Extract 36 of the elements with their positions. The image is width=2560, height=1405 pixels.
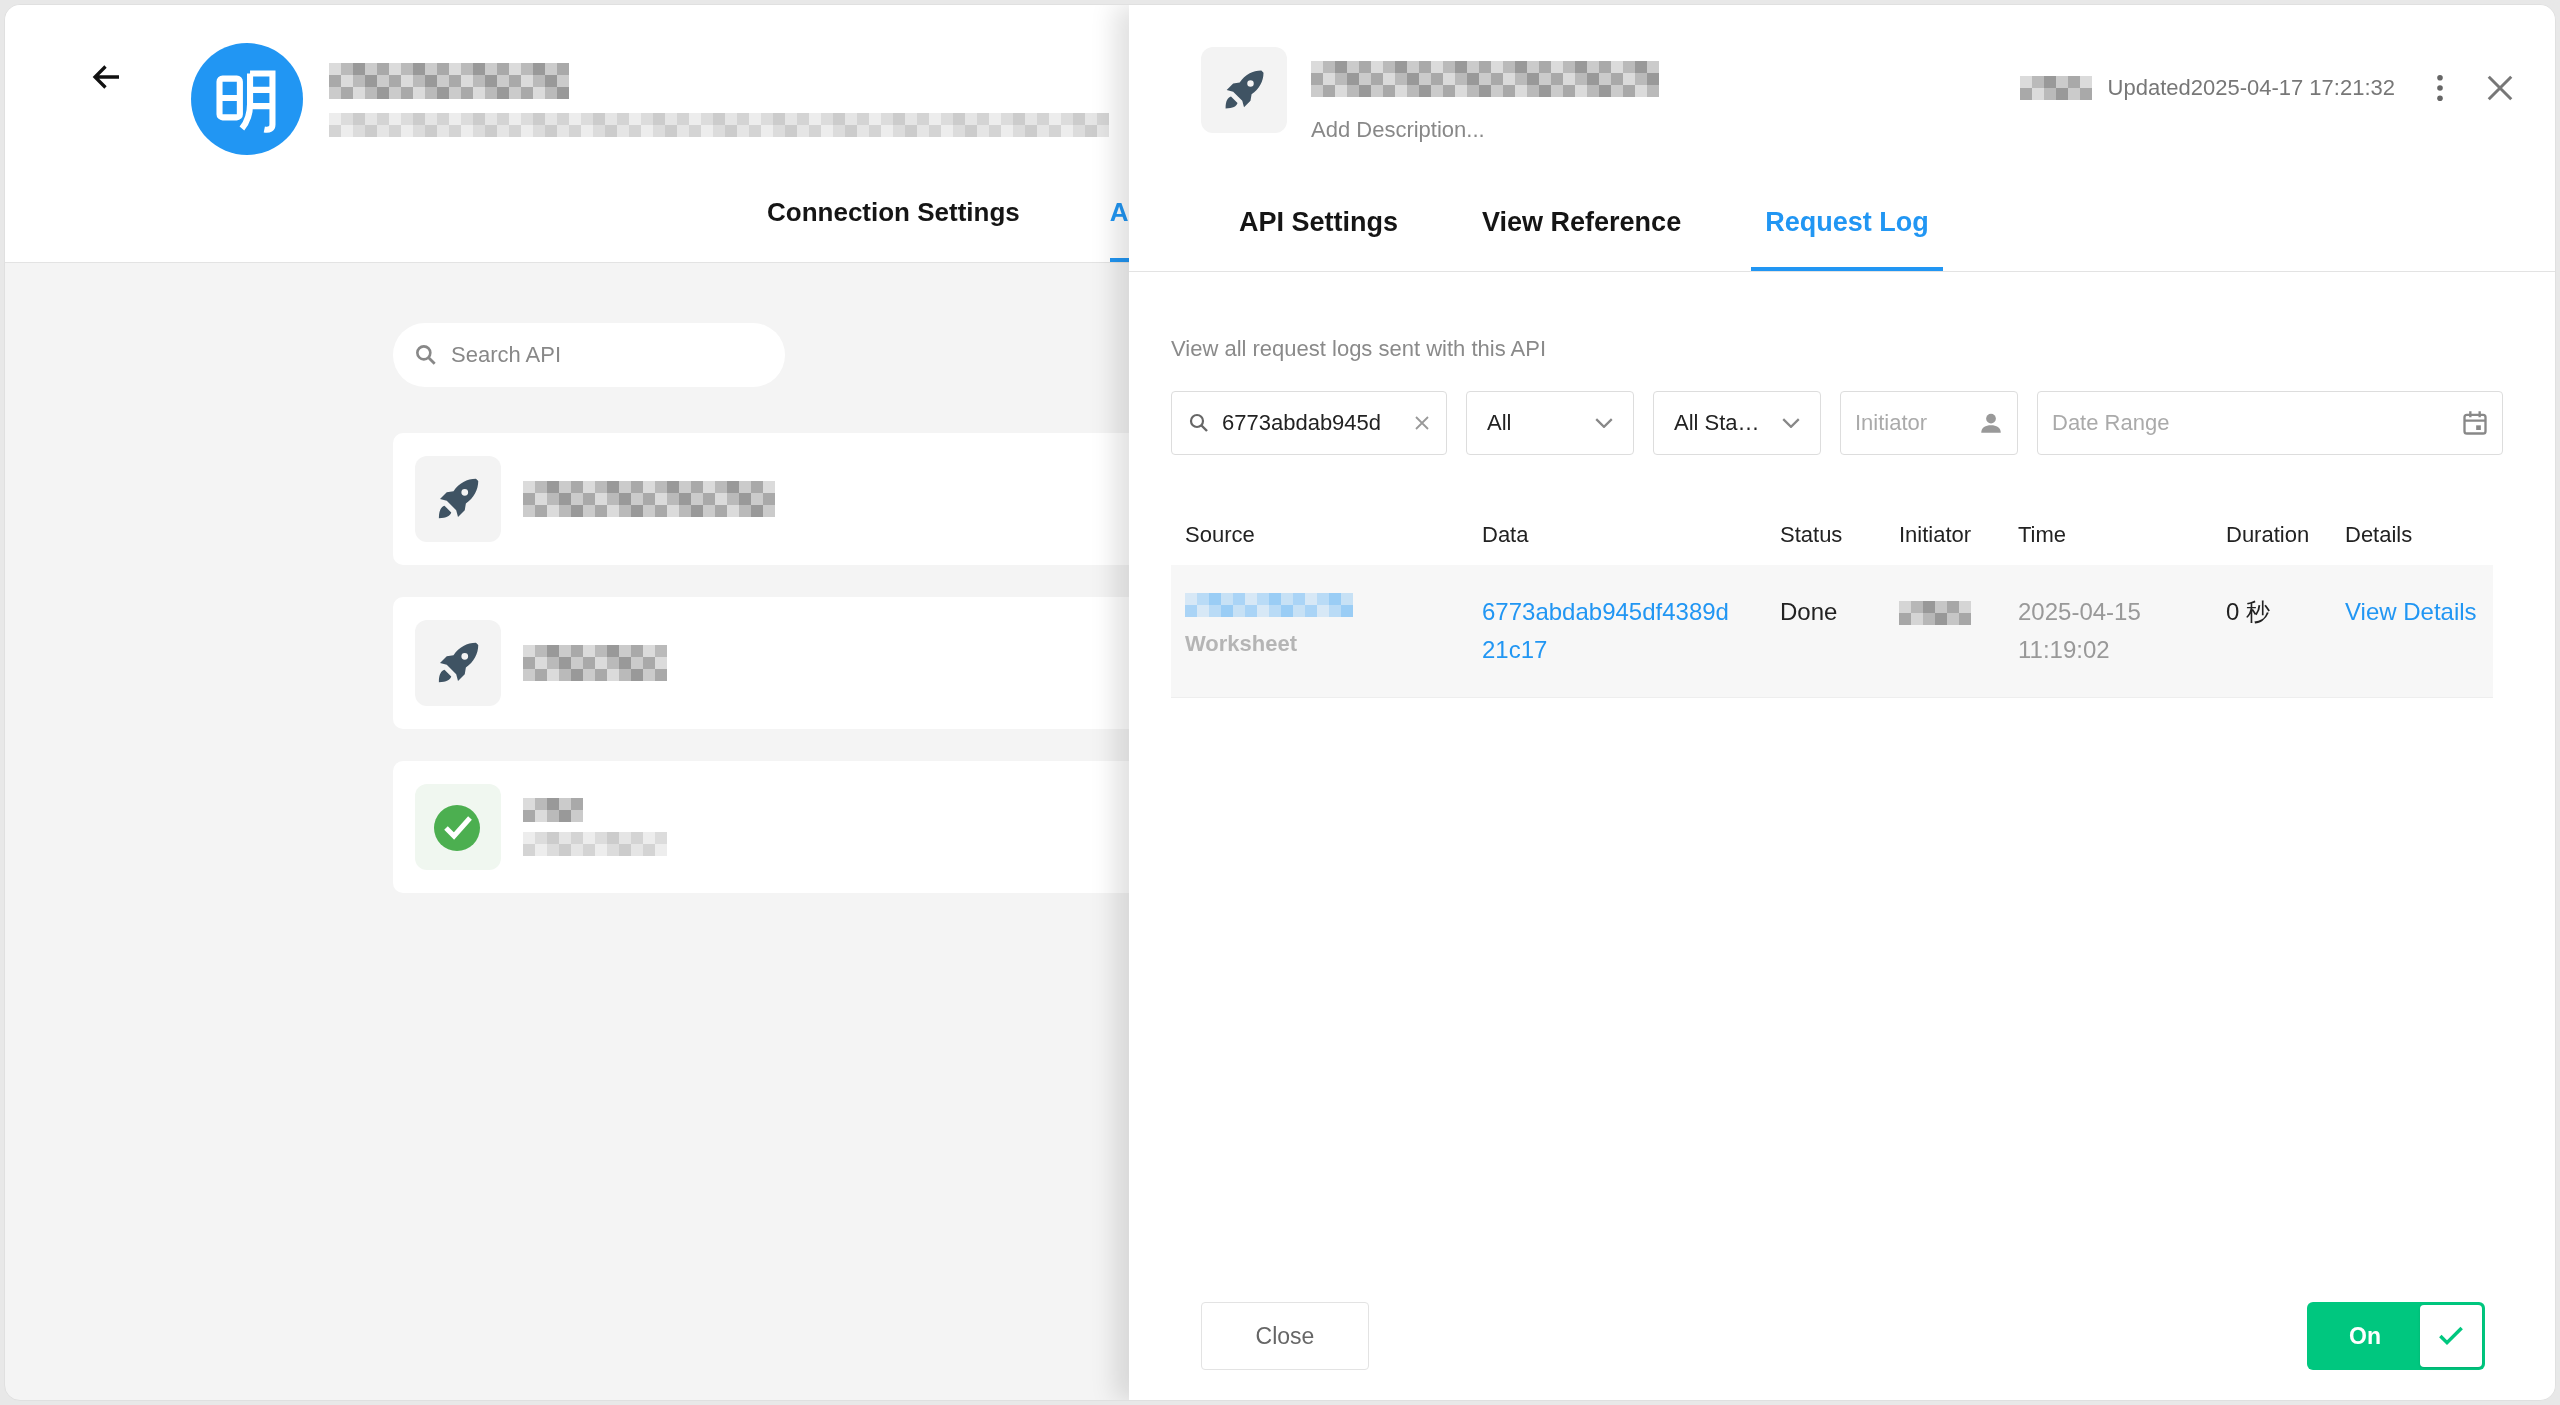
chevron-down-icon: [1595, 417, 1613, 428]
search-field[interactable]: 6773abdab945d: [1171, 390, 1447, 455]
table-cell-text: 2025-04-15 11:19:02: [2017, 596, 2142, 665]
filter-dropdown[interactable]: All: [1466, 390, 1634, 455]
column-header: Status: [1779, 521, 1844, 549]
chevron-down-icon: [1782, 417, 1800, 428]
description-field[interactable]: Add Description...: [1311, 113, 1711, 146]
api-card[interactable]: [393, 433, 1129, 565]
column-header: Duration: [2225, 521, 2311, 549]
tab[interactable]: API Settings: [1225, 202, 1413, 271]
logo-icon: [191, 43, 303, 155]
source-type: Worksheet: [1185, 629, 1299, 658]
column-header: Data: [1481, 521, 1530, 549]
pixelated-text: [1899, 600, 1971, 625]
more-icon[interactable]: [2435, 73, 2445, 102]
search-field[interactable]: Search API: [393, 323, 785, 387]
close-button[interactable]: Close: [1201, 1302, 1369, 1370]
column-header: Initiator: [1898, 521, 1973, 549]
tab[interactable]: View Reference: [1468, 202, 1696, 271]
api-card[interactable]: [393, 597, 1129, 729]
tab[interactable]: Connection Settings: [767, 193, 1020, 262]
pixelated-text: [523, 798, 583, 822]
date-range-field[interactable]: Date Range: [2037, 390, 2503, 455]
api-card[interactable]: [393, 761, 1129, 893]
check-circle-icon: [433, 802, 483, 852]
table-cell-text: 0 秒: [2225, 596, 2271, 627]
filter-dropdown[interactable]: All Sta…: [1653, 390, 1821, 455]
column-header: Details: [2344, 521, 2414, 549]
intro-text: View all request logs sent with this API: [1171, 334, 1547, 363]
clear-icon[interactable]: [1413, 413, 1431, 432]
initiator-field[interactable]: Initiator: [1840, 390, 2018, 455]
column-header: Time: [2017, 521, 2068, 549]
updated-time: Updated2025-04-17 17:21:32: [2107, 74, 2395, 102]
table-cell-text: Done: [1779, 596, 1839, 627]
calendar-icon: [2461, 408, 2489, 437]
column-header: Source: [1184, 521, 1256, 549]
